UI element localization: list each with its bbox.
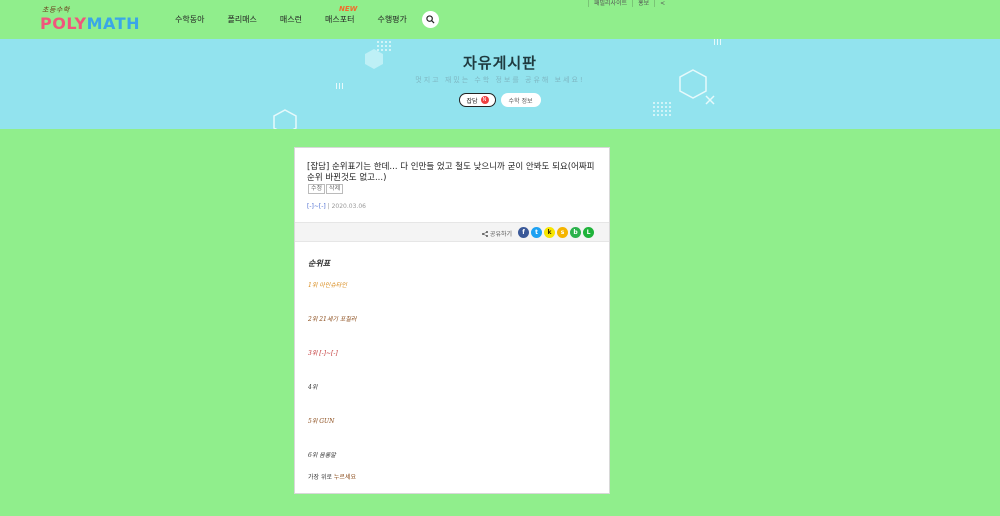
rank-line: 3위 [-]~[-] [308,350,338,357]
search-icon [426,15,435,24]
rank-line: 4위 [308,384,318,391]
category-tabs: 잡담 N 수학 정보 [0,93,1000,107]
line-icon[interactable]: L [583,227,594,238]
share-bar: 공유하기 f t k s b L [295,222,609,242]
hexagon-decoration-icon [273,109,297,129]
site-header: 초등수학 POLYMATH 수학동아 폴리매스 매스런 매스포터 NEW 수행평가… [0,0,1000,39]
kakaotalk-icon[interactable]: k [544,227,555,238]
kakaostory-icon[interactable]: s [557,227,568,238]
post-title: [잡담] 순위표기는 한데... 다 인만들 었고 철도 낮으니까 굳이 안봐도… [307,162,595,183]
rank-line: 5위 GUN [308,418,335,425]
topbar-arrow-icon[interactable]: < [654,0,670,7]
post-meta: [-]~[-] | 2020.03.06 [307,203,366,210]
page-subtitle: 멋지고 재밌는 수학 정보를 공유해 보세요! [415,76,585,84]
nav-item-polymath[interactable]: 폴리매스 [227,14,256,25]
search-button[interactable] [421,11,439,28]
post-card: [잡담] 순위표기는 한데... 다 인만들 었고 철도 낮으니까 굳이 안봐도… [294,147,610,494]
family-site-link[interactable]: 패밀리사이트 [588,0,632,7]
promo-link[interactable]: 홍보 [632,0,654,7]
delete-button[interactable]: 삭제 [326,184,344,194]
page-title: 자유게시판 [462,54,537,72]
rank-line: 1위 아인슈타인 [308,282,347,289]
tab-math-info[interactable]: 수학 정보 [500,93,541,107]
rank-line: 2위 21세기 포칠러 [308,316,357,323]
top-utility-bar: 패밀리사이트 홍보 < [588,0,670,8]
board-banner: 자유게시판 멋지고 재밌는 수학 정보를 공유해 보세요! 잡담 N 수학 정보 [0,39,1000,129]
polymath-logo[interactable]: 초등수학 POLYMATH [40,5,139,35]
body-footer-line: 가장 위로 누르세요 [308,474,356,481]
share-icons: f t k s b L [518,227,594,238]
body-heading: 순위표 [308,258,331,268]
main-nav: 수학동아 폴리매스 매스런 매스포터 NEW 수행평가 [175,0,439,39]
band-icon[interactable]: b [570,227,581,238]
share-icon [482,231,488,237]
rank-line: 6위 음롱말 [308,452,336,459]
new-count-badge: N [480,96,489,104]
post-author[interactable]: [-]~[-] [307,203,326,210]
nav-item-suhakdonga[interactable]: 수학동아 [175,14,204,25]
share-label: 공유하기 [482,229,512,238]
bars-decoration-icon [714,39,721,45]
tab-chat[interactable]: 잡담 N [459,93,496,107]
twitter-icon[interactable]: t [531,227,542,238]
post-actions: 수정 삭제 [308,184,344,194]
new-badge: NEW [339,5,358,13]
facebook-icon[interactable]: f [518,227,529,238]
edit-button[interactable]: 수정 [308,184,326,194]
nav-item-mathrun[interactable]: 매스런 [280,14,302,25]
nav-item-performance-eval[interactable]: 수행평가 [377,14,406,25]
logo-wordmark: POLYMATH [40,14,140,33]
nav-item-mathporter[interactable]: 매스포터 NEW [325,5,357,25]
post-date: 2020.03.06 [331,203,366,210]
